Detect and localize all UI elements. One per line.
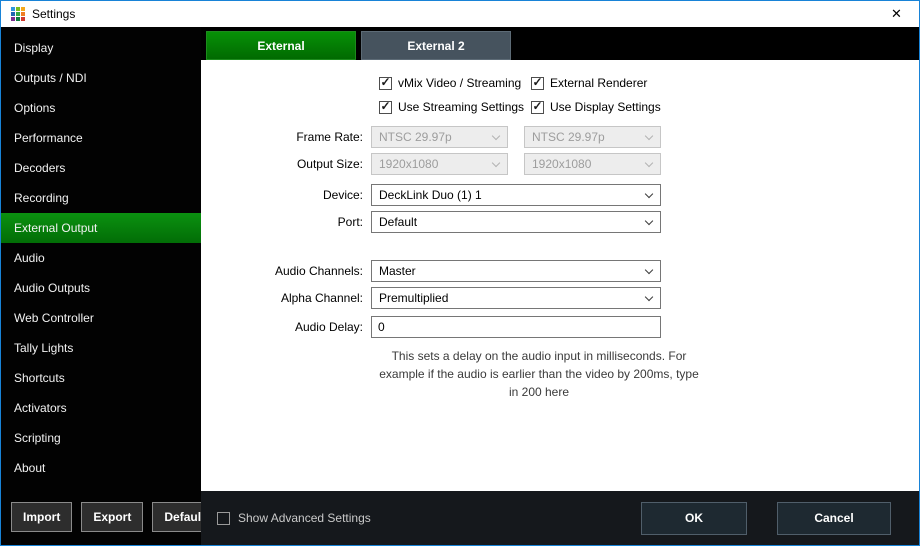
use-streaming-settings-checkbox[interactable]: Use Streaming Settings (379, 100, 531, 114)
device-label: Device: (201, 188, 371, 202)
combo-value: 1920x1080 (532, 157, 591, 171)
sidebar-buttons: Import Export Default (1, 502, 201, 545)
frame-rate-row: Frame Rate: NTSC 29.97p NTSC 29.97p (201, 126, 919, 148)
sidebar-item-recording[interactable]: Recording (1, 183, 201, 213)
window-title: Settings (32, 7, 75, 21)
sidebar-item-tally-lights[interactable]: Tally Lights (1, 333, 201, 363)
alpha-channel-label: Alpha Channel: (201, 291, 371, 305)
output-size-label: Output Size: (201, 157, 371, 171)
ok-button[interactable]: OK (641, 502, 747, 535)
sidebar-item-web-controller[interactable]: Web Controller (1, 303, 201, 333)
external-renderer-checkbox[interactable]: External Renderer (531, 76, 647, 90)
audio-channels-row: Audio Channels: Master (201, 260, 919, 282)
port-select[interactable]: Default (371, 211, 661, 233)
settings-panel: vMix Video / Streaming External Renderer… (201, 60, 919, 491)
sidebar-item-options[interactable]: Options (1, 93, 201, 123)
checkbox-icon (217, 512, 230, 525)
audio-delay-label: Audio Delay: (201, 320, 371, 334)
combo-value: Master (379, 264, 416, 278)
sidebar-item-decoders[interactable]: Decoders (1, 153, 201, 183)
device-select[interactable]: DeckLink Duo (1) 1 (371, 184, 661, 206)
audio-channels-label: Audio Channels: (201, 264, 371, 278)
close-icon[interactable]: ✕ (874, 1, 919, 27)
audio-delay-help-text: This sets a delay on the audio input in … (379, 347, 699, 401)
export-button[interactable]: Export (81, 502, 143, 532)
output-size-select-2[interactable]: 1920x1080 (524, 153, 661, 175)
sidebar-item-performance[interactable]: Performance (1, 123, 201, 153)
tab-bar: External External 2 (201, 27, 919, 60)
chevron-down-icon (645, 159, 653, 167)
audio-delay-row: Audio Delay: (201, 316, 919, 338)
port-label: Port: (201, 215, 371, 229)
tab-external[interactable]: External (206, 31, 356, 60)
audio-delay-input[interactable] (371, 316, 661, 338)
tab-external-2[interactable]: External 2 (361, 31, 511, 60)
main-area: External External 2 vMix Video / Streami… (201, 27, 919, 545)
checkbox-row-2: Use Streaming Settings Use Display Setti… (379, 100, 919, 114)
sidebar-item-audio-outputs[interactable]: Audio Outputs (1, 273, 201, 303)
frame-rate-select-1[interactable]: NTSC 29.97p (371, 126, 508, 148)
window-body: Display Outputs / NDI Options Performanc… (1, 27, 919, 545)
checkbox-row-1: vMix Video / Streaming External Renderer (379, 76, 919, 90)
chevron-down-icon (492, 159, 500, 167)
settings-window: Settings ✕ Display Outputs / NDI Options… (0, 0, 920, 546)
sidebar-item-scripting[interactable]: Scripting (1, 423, 201, 453)
chevron-down-icon (645, 132, 653, 140)
checkbox-label: Show Advanced Settings (238, 511, 371, 525)
sidebar-item-external-output[interactable]: External Output (1, 213, 201, 243)
use-display-settings-checkbox[interactable]: Use Display Settings (531, 100, 661, 114)
combo-value: DeckLink Duo (1) 1 (379, 188, 482, 202)
combo-value: NTSC 29.97p (379, 130, 452, 144)
footer-bar: Show Advanced Settings OK Cancel (201, 491, 919, 545)
footer-buttons: OK Cancel (641, 502, 891, 535)
checkbox-icon (531, 77, 544, 90)
alpha-channel-row: Alpha Channel: Premultiplied (201, 287, 919, 309)
chevron-down-icon (645, 190, 653, 198)
combo-value: 1920x1080 (379, 157, 438, 171)
sidebar-item-activators[interactable]: Activators (1, 393, 201, 423)
sidebar-item-about[interactable]: About (1, 453, 201, 483)
frame-rate-select-2[interactable]: NTSC 29.97p (524, 126, 661, 148)
sidebar-item-display[interactable]: Display (1, 33, 201, 63)
combo-value: Premultiplied (379, 291, 448, 305)
checkbox-label: vMix Video / Streaming (398, 76, 521, 90)
sidebar-item-outputs-ndi[interactable]: Outputs / NDI (1, 63, 201, 93)
chevron-down-icon (645, 217, 653, 225)
checkbox-icon (379, 101, 392, 114)
chevron-down-icon (645, 293, 653, 301)
sidebar-item-shortcuts[interactable]: Shortcuts (1, 363, 201, 393)
cancel-button[interactable]: Cancel (777, 502, 891, 535)
alpha-channel-select[interactable]: Premultiplied (371, 287, 661, 309)
show-advanced-settings-checkbox[interactable]: Show Advanced Settings (217, 511, 371, 525)
checkbox-label: Use Display Settings (550, 100, 661, 114)
output-size-row: Output Size: 1920x1080 1920x1080 (201, 153, 919, 175)
checkbox-icon (379, 77, 392, 90)
vmix-logo-icon (9, 6, 26, 23)
checkbox-icon (531, 101, 544, 114)
combo-value: NTSC 29.97p (532, 130, 605, 144)
import-button[interactable]: Import (11, 502, 72, 532)
audio-channels-select[interactable]: Master (371, 260, 661, 282)
frame-rate-label: Frame Rate: (201, 130, 371, 144)
chevron-down-icon (492, 132, 500, 140)
checkbox-label: External Renderer (550, 76, 647, 90)
chevron-down-icon (645, 266, 653, 274)
titlebar: Settings ✕ (1, 1, 919, 27)
checkbox-label: Use Streaming Settings (398, 100, 524, 114)
device-row: Device: DeckLink Duo (1) 1 (201, 184, 919, 206)
sidebar-item-audio[interactable]: Audio (1, 243, 201, 273)
port-row: Port: Default (201, 211, 919, 233)
output-size-select-1[interactable]: 1920x1080 (371, 153, 508, 175)
vmix-video-streaming-checkbox[interactable]: vMix Video / Streaming (379, 76, 531, 90)
combo-value: Default (379, 215, 417, 229)
sidebar: Display Outputs / NDI Options Performanc… (1, 27, 201, 545)
sidebar-nav: Display Outputs / NDI Options Performanc… (1, 27, 201, 502)
